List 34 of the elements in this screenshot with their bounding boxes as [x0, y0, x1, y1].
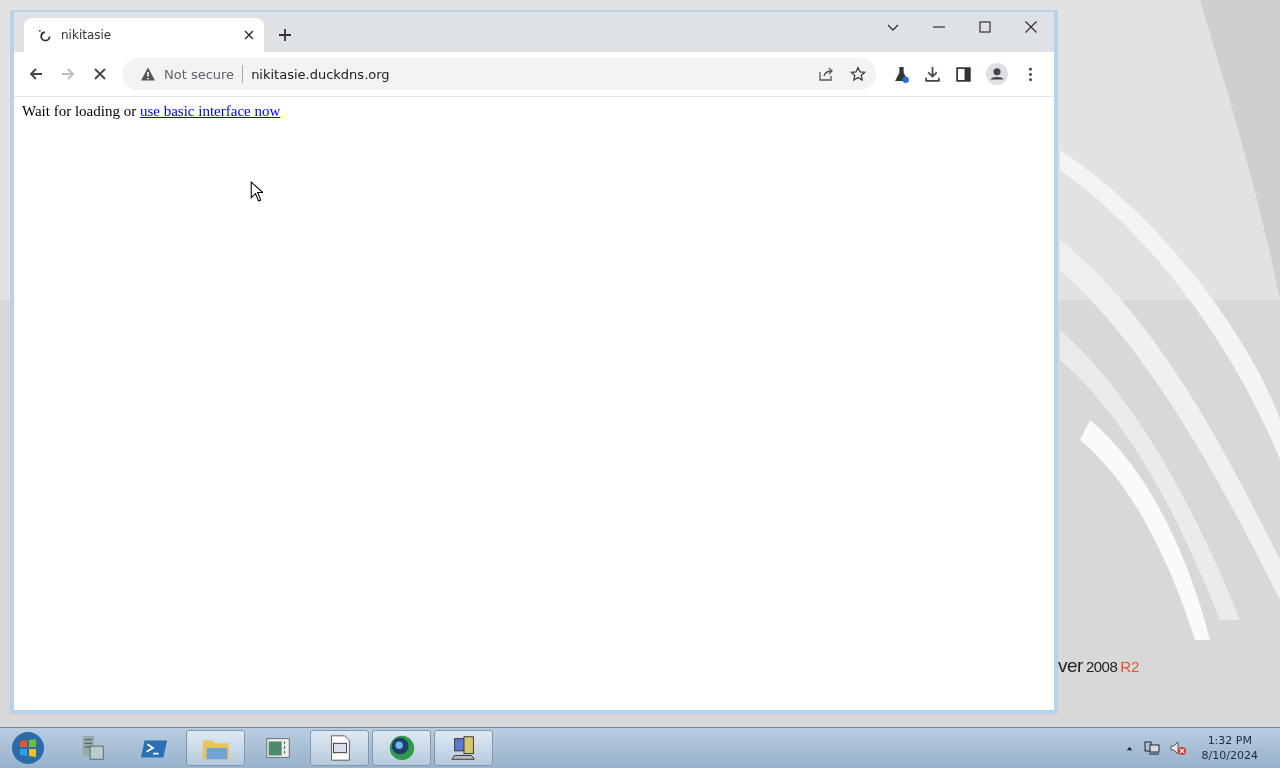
browser-tab[interactable]: nikitasie	[24, 18, 264, 52]
clock-date: 8/10/2024	[1201, 748, 1258, 763]
wallpaper-text: ver	[1058, 655, 1083, 677]
download-icon[interactable]	[924, 65, 941, 83]
taskbar-button[interactable]	[310, 730, 369, 766]
speaker-muted-icon[interactable]	[1169, 740, 1186, 756]
loading-message: Wait for loading or use basic interface now	[22, 103, 282, 120]
forward-arrow-icon	[60, 66, 76, 82]
wallpaper-text: R2	[1120, 658, 1140, 675]
back-arrow-icon	[28, 66, 44, 82]
basic-interface-link[interactable]: use basic interface now	[139, 103, 281, 119]
mouse-cursor-icon	[250, 181, 263, 202]
stop-icon	[92, 66, 108, 82]
start-orb-icon	[11, 731, 45, 765]
profile-icon[interactable]	[986, 63, 1008, 85]
warning-icon	[140, 66, 156, 82]
taskbar-button[interactable]	[434, 730, 493, 766]
loading-spinner-icon	[38, 28, 51, 42]
close-icon	[1024, 20, 1038, 34]
share-icon[interactable]	[818, 66, 834, 82]
side-panel-icon[interactable]	[955, 65, 972, 83]
clock-time: 1:32 PM	[1207, 733, 1252, 748]
star-icon[interactable]	[850, 66, 866, 82]
clock[interactable]: 1:32 PM 8/10/2024	[1201, 733, 1258, 763]
network-icon[interactable]	[1143, 740, 1160, 756]
plus-icon	[278, 28, 292, 42]
close-tab-icon[interactable]	[244, 30, 254, 40]
flask-icon[interactable]	[893, 65, 910, 83]
taskbar-button[interactable]	[372, 730, 431, 766]
maximize-icon	[978, 20, 992, 34]
address-bar[interactable]: Not secure nikitasie.duckdns.org	[122, 58, 876, 90]
url-text[interactable]: nikitasie.duckdns.org	[251, 66, 390, 82]
security-label[interactable]: Not secure	[164, 66, 235, 82]
wallpaper-text: 2008	[1085, 658, 1118, 675]
